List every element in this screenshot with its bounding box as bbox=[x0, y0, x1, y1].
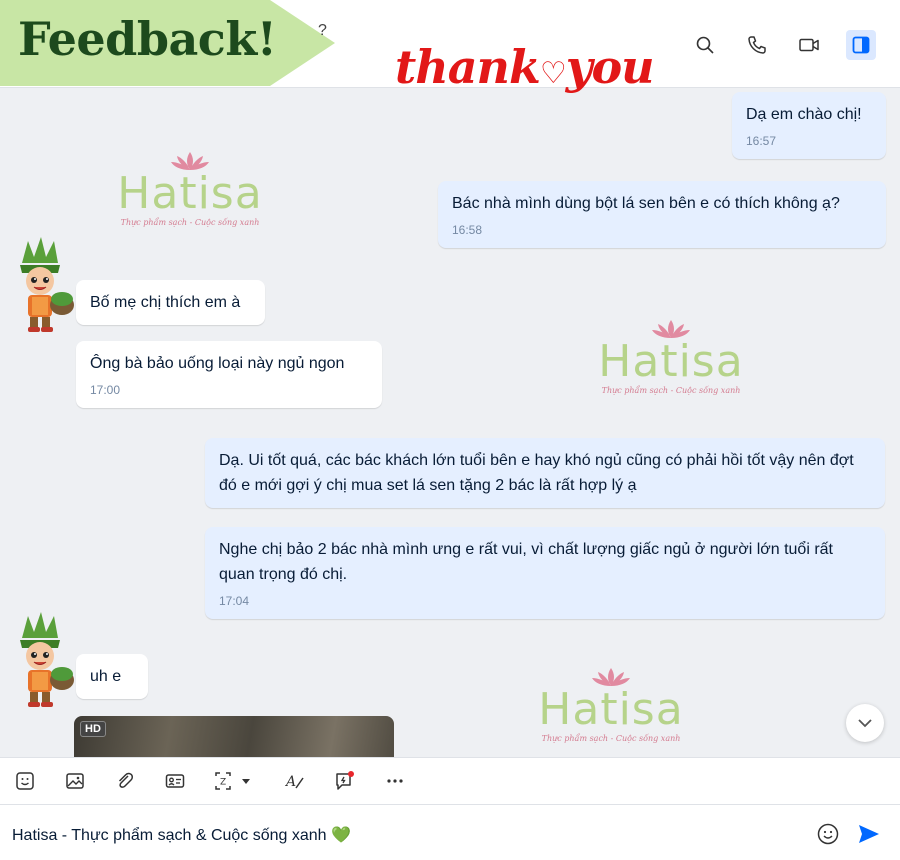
composer-actions bbox=[816, 822, 882, 851]
thank-you-word-b: you bbox=[565, 40, 655, 94]
svg-text:A: A bbox=[284, 774, 296, 790]
message-time: 17:04 bbox=[219, 594, 250, 608]
message-text: Nghe chị bảo 2 bác nhà mình ưng e rất vu… bbox=[219, 541, 833, 583]
scroll-to-bottom-button[interactable] bbox=[846, 704, 884, 742]
message-time: 16:57 bbox=[746, 134, 777, 148]
watermark-tagline: Thực phẩm sạch - Cuộc sống xanh bbox=[120, 218, 260, 227]
message-text: Bác nhà mình dùng bột lá sen bên e có th… bbox=[452, 195, 840, 212]
video-icon[interactable] bbox=[794, 30, 824, 60]
message-bubble[interactable]: Nghe chị bảo 2 bác nhà mình ưng e rất vu… bbox=[205, 527, 885, 619]
message-bubble[interactable]: Dạ em chào chị! 16:57 bbox=[732, 92, 886, 159]
contact-avatar[interactable] bbox=[8, 235, 74, 335]
contact-avatar[interactable] bbox=[8, 610, 74, 710]
message-time: 17:00 bbox=[90, 383, 121, 397]
message-bubble[interactable]: Bố mẹ chị thích em à bbox=[76, 280, 265, 325]
thank-you-word-a: thank bbox=[395, 40, 541, 94]
send-icon[interactable] bbox=[856, 822, 882, 851]
message-text: uh e bbox=[90, 668, 122, 685]
brand-watermark: Hatisa Thực phẩm sạch - Cuộc sống xanh bbox=[536, 666, 686, 743]
header-actions bbox=[690, 30, 876, 60]
quick-message-icon[interactable] bbox=[332, 768, 358, 794]
hd-badge: HD bbox=[80, 721, 106, 737]
brand-watermark: Hatisa Thực phẩm sạch - Cuộc sống xanh bbox=[115, 150, 265, 227]
message-bubble[interactable]: uh e bbox=[76, 654, 148, 699]
watermark-brand: Hatisa bbox=[598, 336, 744, 387]
message-input[interactable]: Hatisa - Thực phẩm sạch & Cuộc sống xanh… bbox=[12, 825, 351, 845]
message-text: Dạ em chào chị! bbox=[746, 106, 862, 123]
sidebar-toggle-icon[interactable] bbox=[846, 30, 876, 60]
contact-card-icon[interactable] bbox=[162, 768, 188, 794]
watermark-brand: Hatisa bbox=[117, 168, 263, 219]
thank-you-overlay: thank♡you bbox=[395, 40, 655, 94]
watermark-tagline: Thực phẩm sạch - Cuộc sống xanh bbox=[541, 734, 681, 743]
more-icon[interactable] bbox=[382, 768, 408, 794]
message-list[interactable]: Hatisa Thực phẩm sạch - Cuộc sống xanh H… bbox=[0, 88, 900, 757]
message-bubble[interactable]: Dạ. Ui tốt quá, các bác khách lớn tuổi b… bbox=[205, 438, 885, 508]
chevron-down-icon bbox=[858, 719, 872, 728]
search-icon[interactable] bbox=[690, 30, 720, 60]
screenshot-icon[interactable]: Z bbox=[212, 768, 258, 794]
watermark-tagline: Thực phẩm sạch - Cuộc sống xanh bbox=[601, 386, 741, 395]
message-text: Bố mẹ chị thích em à bbox=[90, 294, 241, 311]
header-hint: ? bbox=[318, 22, 327, 39]
photo-message[interactable]: HD bbox=[74, 716, 394, 757]
composer-toolbar: Z A bbox=[0, 757, 900, 805]
watermark-brand: Hatisa bbox=[538, 684, 684, 735]
attachment-icon[interactable] bbox=[112, 768, 138, 794]
format-text-icon[interactable]: A bbox=[282, 768, 308, 794]
sticker-icon[interactable] bbox=[12, 768, 38, 794]
message-bubble[interactable]: Bác nhà mình dùng bột lá sen bên e có th… bbox=[438, 181, 886, 248]
message-time: 16:58 bbox=[452, 223, 483, 237]
feedback-banner-text: Feedback! bbox=[18, 12, 277, 66]
heart-icon: ♡ bbox=[539, 56, 567, 91]
svg-text:Z: Z bbox=[220, 778, 226, 788]
image-icon[interactable] bbox=[62, 768, 88, 794]
message-text: Dạ. Ui tốt quá, các bác khách lớn tuổi b… bbox=[219, 452, 854, 494]
message-text: Ông bà bảo uống loại này ngủ ngon bbox=[90, 355, 345, 372]
phone-icon[interactable] bbox=[742, 30, 772, 60]
brand-watermark: Hatisa Thực phẩm sạch - Cuộc sống xanh bbox=[596, 318, 746, 395]
chat-header: Feedback! ? thank♡you bbox=[0, 0, 900, 94]
message-composer[interactable]: Hatisa - Thực phẩm sạch & Cuộc sống xanh… bbox=[0, 805, 900, 860]
emoji-icon[interactable] bbox=[816, 822, 840, 851]
message-bubble[interactable]: Ông bà bảo uống loại này ngủ ngon 17:00 bbox=[76, 341, 382, 408]
